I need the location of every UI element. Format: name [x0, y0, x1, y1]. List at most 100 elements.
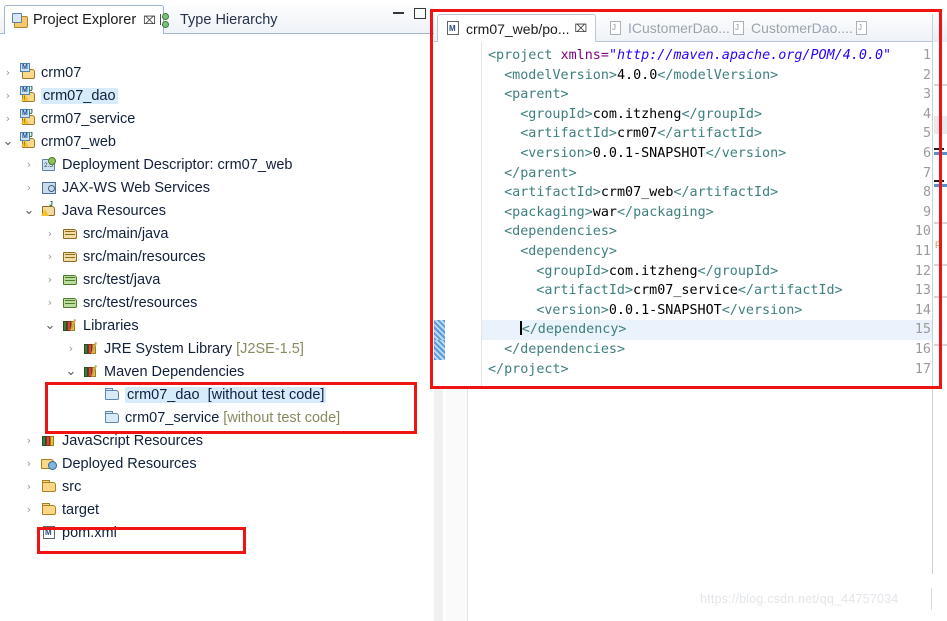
chevron-right-icon[interactable]: ›	[23, 475, 35, 498]
chevron-right-icon[interactable]: ›	[2, 61, 14, 84]
outline-view-sliver[interactable]: P	[932, 14, 947, 574]
tree-item-jre-system-library[interactable]: › JRE System Library [J2SE-1.5]	[0, 337, 434, 360]
code-line: <groupId>com.itzheng</groupId>	[520, 106, 763, 122]
chevron-right-icon[interactable]: ›	[23, 498, 35, 521]
editor-area: M crm07_web/po... ⌧ J ICustomerDao... J …	[434, 0, 947, 621]
code-line: </dependency>	[520, 321, 627, 338]
code-line: <dependencies>	[504, 224, 617, 240]
tree-item-crm07[interactable]: › Mcrm07	[0, 61, 434, 84]
tree-item-crm07-web[interactable]: ⌄MJcrm07_web	[0, 130, 434, 153]
line-number: 5	[922, 126, 931, 142]
maximize-icon[interactable]	[414, 8, 426, 19]
tab-type-hierarchy[interactable]: Type Hierarchy	[152, 5, 285, 34]
code-line: <version>0.0.1-SNAPSHOT</version>	[520, 146, 787, 161]
close-icon[interactable]: ⌧	[575, 22, 588, 35]
tree-item-src-main-resources[interactable]: › src/main/resources	[0, 245, 434, 268]
tree-item-src-main-java[interactable]: › src/main/java	[0, 222, 434, 245]
tree-item-label: Deployed Resources	[62, 455, 197, 472]
line-number: 15	[914, 322, 931, 338]
line-number: 7	[922, 165, 931, 181]
code-line: <dependency>	[520, 244, 617, 259]
line-number: 11	[914, 244, 931, 259]
outline-tabstrip[interactable]	[933, 14, 947, 42]
chevron-right-icon[interactable]: ›	[23, 452, 35, 475]
tree-item-target[interactable]: › target	[0, 498, 434, 521]
line-number: 6	[922, 146, 931, 161]
editor-tab-pom-xml-label: crm07_web/po...	[466, 20, 570, 37]
tab-type-hierarchy-label: Type Hierarchy	[180, 11, 278, 28]
chevron-right-icon[interactable]: ›	[44, 245, 56, 268]
tree-item-deployment-descriptor-crm07-web[interactable]: › 2.5 Deployment Descriptor: crm07_web	[0, 153, 434, 176]
chevron-right-icon[interactable]: ›	[2, 107, 14, 130]
tree-item-src[interactable]: › src	[0, 475, 434, 498]
project-tree[interactable]: ›Mcrm07›MJcrm07_dao›MJcrm07_service⌄MJcr…	[0, 61, 434, 621]
tree-item-crm07-dao[interactable]: ›MJcrm07_dao	[0, 84, 434, 107]
chevron-right-icon[interactable]: ›	[23, 176, 35, 199]
tab-project-explorer-label: Project Explorer	[33, 12, 137, 28]
tree-item-libraries[interactable]: ⌄ Libraries	[0, 314, 434, 337]
line-number: 8	[922, 185, 931, 201]
editor-tab-overflow[interactable]: J	[847, 14, 877, 42]
tree-item-label: crm07_dao [without test code]	[125, 386, 327, 403]
tab-project-explorer[interactable]: Project Explorer ⌧	[4, 5, 164, 34]
minimize-icon[interactable]	[393, 12, 404, 14]
type-hierarchy-icon	[159, 12, 175, 28]
chevron-right-icon[interactable]: ›	[44, 268, 56, 291]
line-number: 13	[914, 283, 931, 299]
watermark-caret	[931, 588, 932, 610]
tree-item-deployed-resources[interactable]: › Deployed Resources	[0, 452, 434, 475]
tree-item-label: crm07_service	[41, 110, 136, 127]
tree-item-src-test-java[interactable]: › src/test/java	[0, 268, 434, 291]
code-editor[interactable]: 1 <project xmlns="http://maven.apache.org…	[434, 42, 947, 388]
chevron-right-icon[interactable]: ›	[23, 153, 35, 176]
tree-item-crm07-service[interactable]: crm07_service [without test code]	[0, 406, 434, 429]
line-number: 10	[914, 224, 931, 240]
tree-item-label: JRE System Library [J2SE-1.5]	[104, 340, 304, 357]
tree-item-src-test-resources[interactable]: › src/test/resources	[0, 291, 434, 314]
java-file-icon: J	[732, 20, 746, 36]
chevron-right-icon[interactable]: ›	[23, 429, 35, 452]
editor-tab-icustomerdao[interactable]: J ICustomerDao...	[601, 14, 738, 42]
tree-item-label: Deployment Descriptor: crm07_web	[62, 156, 293, 173]
editor-tab-customerdao[interactable]: J CustomerDao....	[724, 14, 861, 42]
tree-item-pom-xml[interactable]: Mpom.xml	[0, 521, 434, 544]
tree-item-jax-ws-web-services[interactable]: › JAX-WS Web Services	[0, 176, 434, 199]
chevron-right-icon[interactable]: ›	[44, 291, 56, 314]
chevron-right-icon[interactable]: ›	[65, 337, 77, 360]
editor-lower-left-stripe	[434, 389, 443, 621]
chevron-down-icon[interactable]: ⌄	[2, 130, 14, 153]
java-file-icon: J	[609, 20, 623, 36]
chevron-down-icon[interactable]: ⌄	[65, 360, 77, 383]
tree-item-crm07-dao[interactable]: crm07_dao [without test code]	[0, 383, 434, 406]
tree-item-java-resources[interactable]: ⌄ J Java Resources	[0, 199, 434, 222]
tree-item-crm07-service[interactable]: ›MJcrm07_service	[0, 107, 434, 130]
tree-item-label: JAX-WS Web Services	[62, 179, 210, 196]
tree-item-maven-dependencies[interactable]: ⌄ Maven Dependencies	[0, 360, 434, 383]
chevron-right-icon[interactable]: ›	[2, 84, 14, 107]
tree-item-label: Libraries	[83, 317, 139, 334]
chevron-right-icon[interactable]: ›	[44, 222, 56, 245]
line-number: 16	[914, 342, 931, 357]
code-line: </project>	[488, 361, 569, 377]
tree-item-javascript-resources[interactable]: › JavaScript Resources	[0, 429, 434, 452]
tree-item-label: target	[62, 501, 100, 518]
code-line: <modelVersion>4.0.0</modelVersion>	[504, 67, 779, 83]
tree-item-label: crm07	[41, 64, 82, 81]
change-marker	[434, 320, 445, 340]
code-line: </dependencies>	[504, 342, 626, 357]
editor-lower-gutter-stripe	[446, 389, 468, 621]
tree-item-label: src/main/resources	[83, 248, 206, 265]
project-explorer-view: Project Explorer ⌧ Type Hierarchy ⇆ ›Mcr…	[0, 0, 434, 621]
code-line: <groupId>com.itzheng</groupId>	[536, 263, 779, 279]
code-line: <version>0.0.1-SNAPSHOT</version>	[536, 302, 803, 318]
chevron-down-icon[interactable]: ⌄	[44, 314, 56, 337]
editor-tab-customerdao-label: CustomerDao....	[751, 20, 853, 36]
line-number: 1	[922, 48, 931, 63]
editor-tab-pom-xml[interactable]: M crm07_web/po... ⌧	[437, 14, 597, 42]
line-number: 2	[922, 67, 931, 83]
editor-tab-icustomerdao-label: ICustomerDao...	[628, 20, 730, 36]
chevron-down-icon[interactable]: ⌄	[23, 199, 35, 222]
tree-item-label: JavaScript Resources	[62, 432, 204, 449]
line-number: 3	[922, 87, 931, 103]
code-line: <packaging>war</packaging>	[504, 204, 714, 220]
